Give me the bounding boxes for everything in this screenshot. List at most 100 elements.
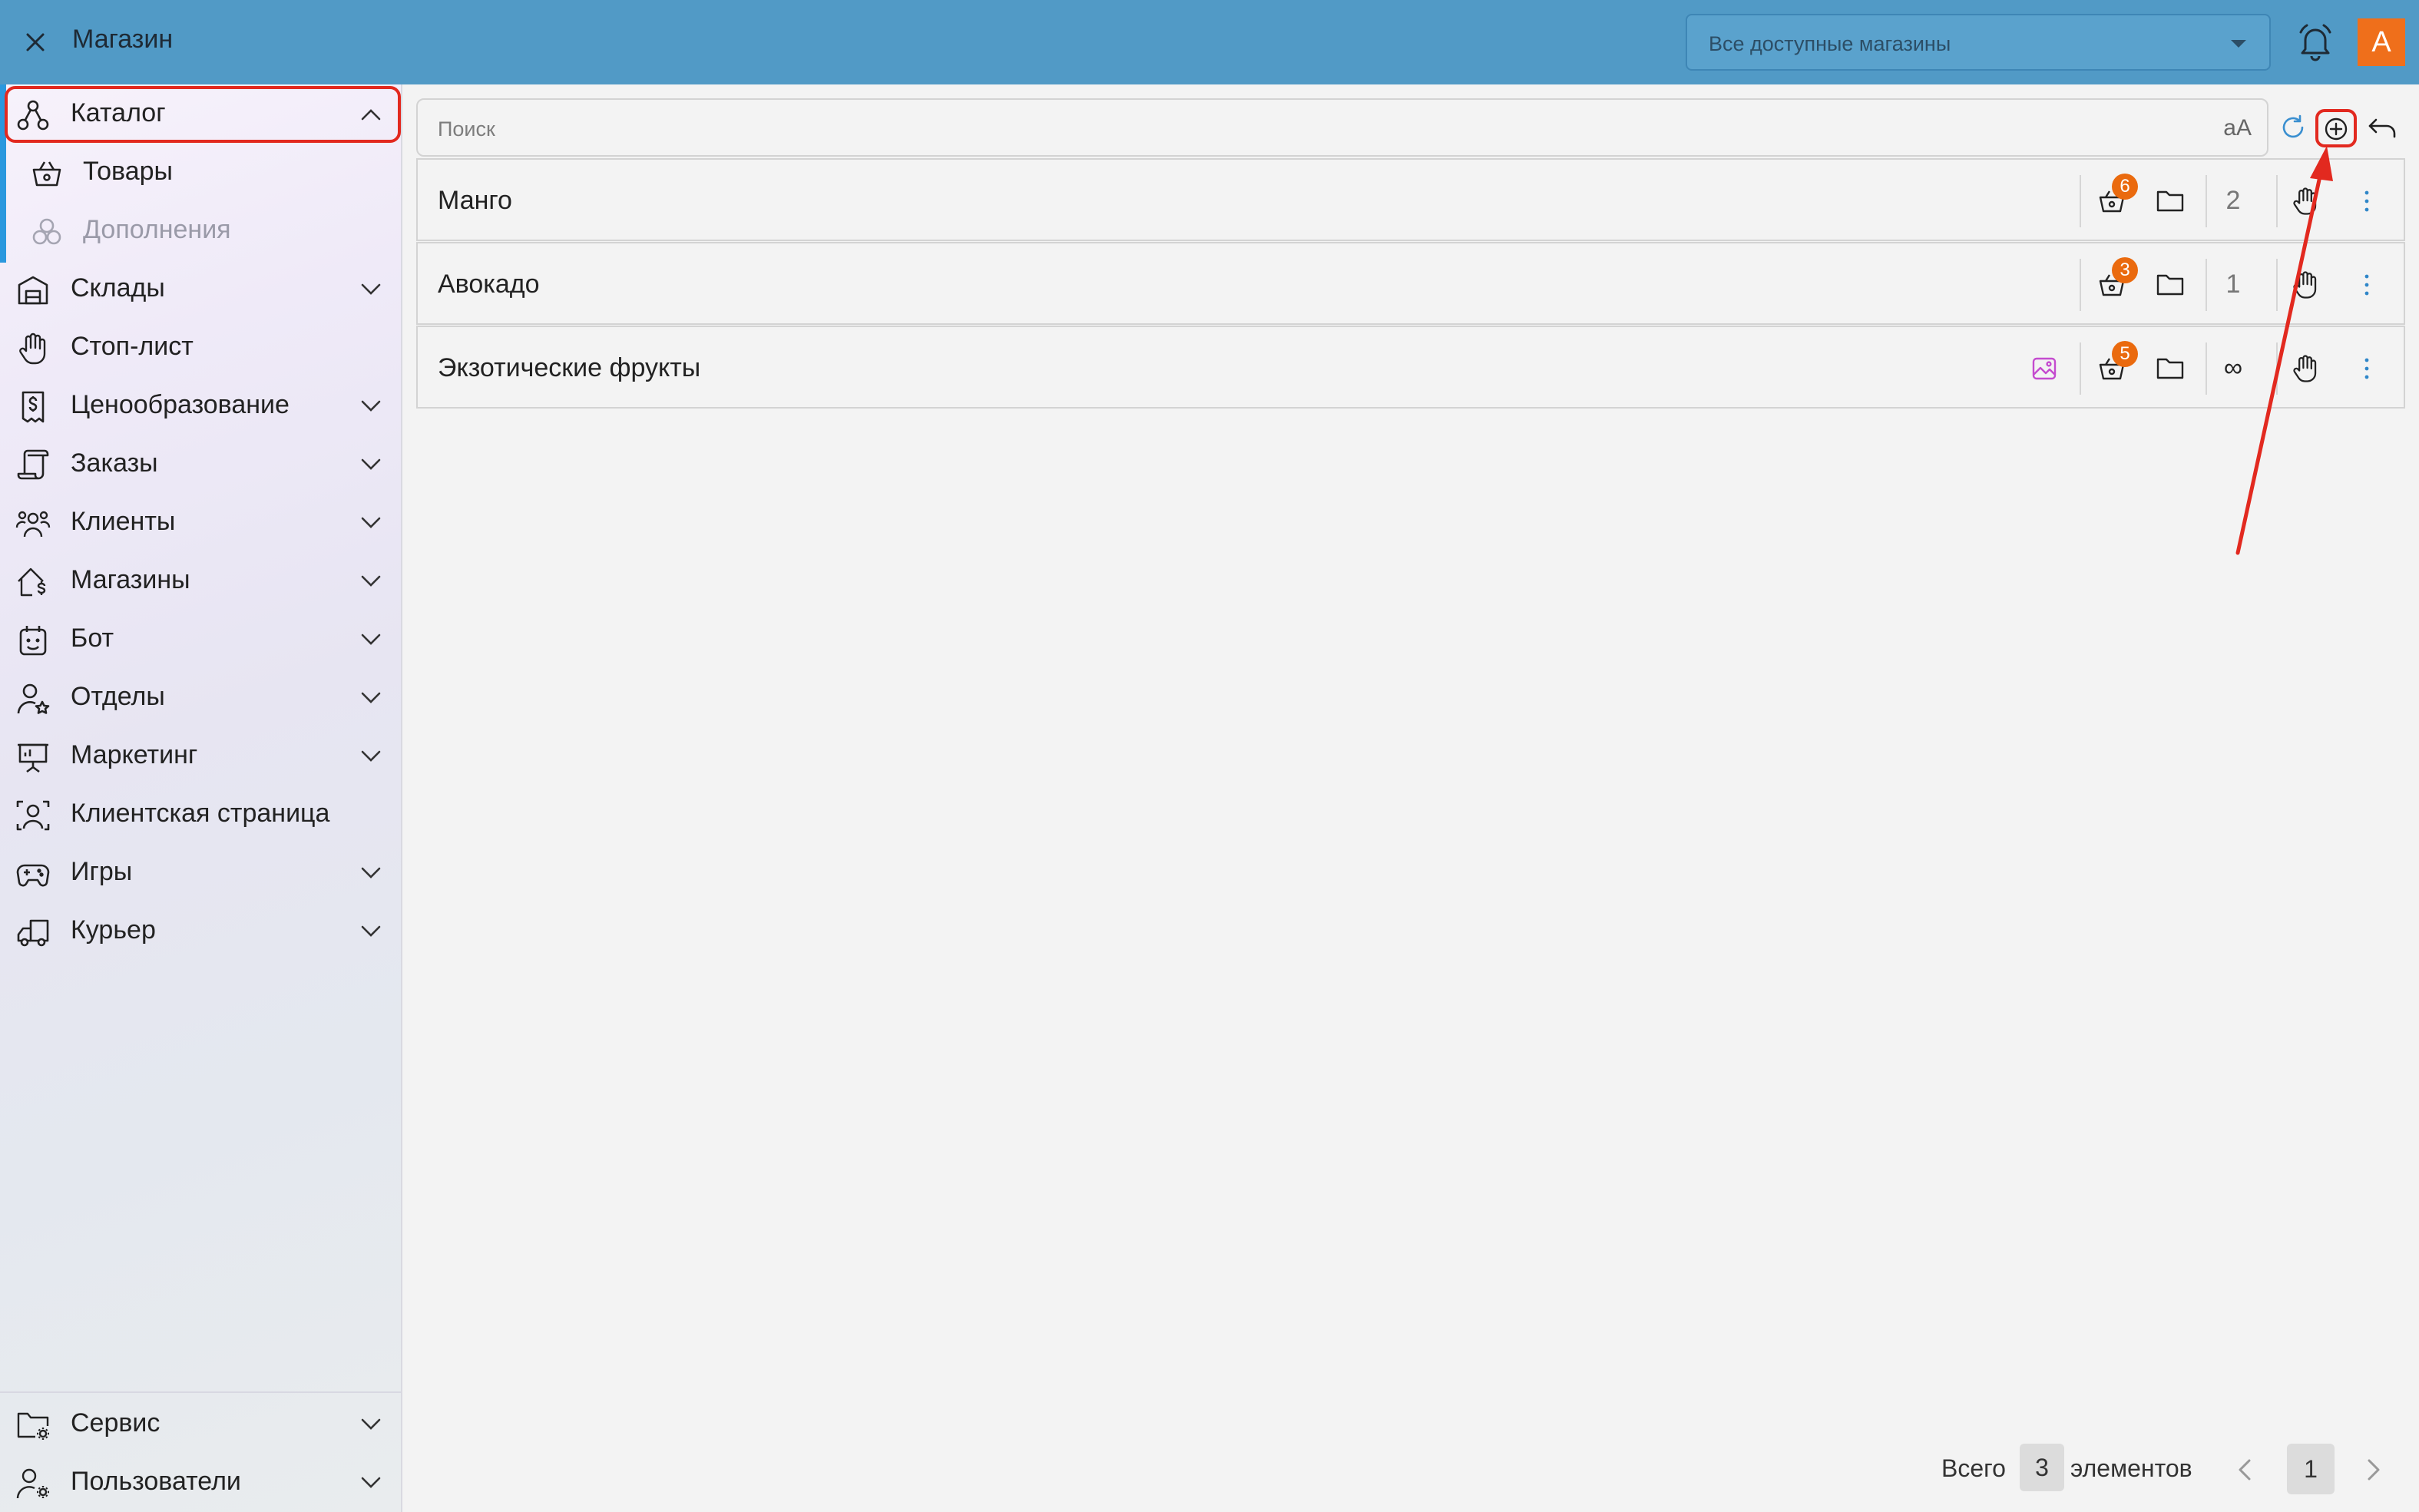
folder-icon <box>2156 358 2184 379</box>
store-icon <box>18 567 46 597</box>
sidebar-divider <box>0 1391 401 1393</box>
table-row[interactable]: Авокадо 3 1 <box>416 242 2405 325</box>
subcategories-button[interactable] <box>2149 180 2192 223</box>
bell-icon <box>2299 24 2331 61</box>
caret-down-icon <box>2231 40 2246 48</box>
stop-list-button[interactable] <box>2284 347 2327 390</box>
divider <box>2080 259 2081 311</box>
total-suffix: элементов <box>2070 1454 2192 1482</box>
sidebar-item-users[interactable]: Пользователи <box>0 1453 402 1511</box>
image-icon <box>2032 357 2057 380</box>
sidebar-item-service[interactable]: Сервис <box>0 1395 402 1453</box>
hand-icon <box>2293 355 2317 382</box>
chevron-down-icon <box>361 750 381 762</box>
sidebar-item-stop-list[interactable]: Стоп-лист <box>0 318 402 376</box>
sidebar-item-label: Товары <box>83 157 173 186</box>
annotation-highlight <box>5 86 401 143</box>
items-count: ∞ <box>2223 353 2243 382</box>
warehouse-icon <box>18 276 48 305</box>
app-title: Магазин <box>72 25 174 54</box>
sidebar-item-pricing[interactable]: Ценообразование <box>0 376 402 435</box>
row-menu-button[interactable] <box>2345 347 2388 390</box>
chevron-down-icon <box>361 634 381 645</box>
folder-icon <box>2156 274 2184 296</box>
hand-icon <box>2293 187 2317 215</box>
current-page[interactable]: 1 <box>2287 1444 2335 1494</box>
sidebar-item-courier[interactable]: Курьер <box>0 902 402 960</box>
sidebar-item-clients[interactable]: Клиенты <box>0 493 402 551</box>
sidebar-item-catalog[interactable]: Каталог <box>0 84 402 143</box>
presentation-icon <box>18 743 48 773</box>
sidebar-item-stores[interactable]: Магазины <box>0 551 402 610</box>
undo-icon <box>2368 118 2396 138</box>
row-menu-button[interactable] <box>2345 263 2388 306</box>
more-vertical-icon <box>2364 358 2369 379</box>
back-button[interactable] <box>2365 112 2399 146</box>
divider <box>2276 175 2278 227</box>
sidebar-item-bot[interactable]: Бот <box>0 610 402 668</box>
top-bar: Магазин Все доступные магазины А <box>0 0 2419 84</box>
more-vertical-icon <box>2364 274 2369 296</box>
divider <box>2206 175 2207 227</box>
products-count-badge: 3 <box>2112 257 2138 283</box>
table-row[interactable]: Экзотические фрукты 5 ∞ <box>416 326 2405 409</box>
refresh-button[interactable] <box>2276 112 2310 146</box>
table-row[interactable]: Манго 6 2 <box>416 158 2405 241</box>
close-button[interactable] <box>22 28 49 56</box>
sidebar-item-departments[interactable]: Отделы <box>0 668 402 726</box>
gamepad-icon <box>16 864 50 887</box>
add-button[interactable] <box>2319 112 2353 146</box>
sidebar-item-label: Магазины <box>71 565 190 594</box>
prev-page-button[interactable] <box>2232 1454 2259 1485</box>
refresh-icon <box>2282 114 2304 138</box>
chevron-down-icon <box>361 925 381 937</box>
case-sensitive-toggle[interactable]: aA <box>2223 115 2252 141</box>
stop-list-button[interactable] <box>2284 180 2327 223</box>
users-icon <box>15 511 51 538</box>
sidebar-item-games[interactable]: Игры <box>0 843 402 902</box>
sidebar-item-warehouses[interactable]: Склады <box>0 260 402 318</box>
sidebar-item-label: Ценообразование <box>71 390 290 419</box>
addons-icon <box>32 218 61 245</box>
products-count-badge: 5 <box>2112 341 2138 367</box>
basket-icon <box>32 161 61 187</box>
sidebar-item-label: Сервис <box>71 1408 160 1438</box>
notifications-button[interactable] <box>2296 22 2335 63</box>
products-button[interactable]: 5 <box>2090 341 2138 390</box>
avatar[interactable]: А <box>2358 18 2405 66</box>
search-input[interactable] <box>438 114 2166 144</box>
sidebar-item-addons[interactable]: Дополнения <box>0 201 402 260</box>
chevron-right-icon <box>2368 1459 2380 1481</box>
subcategories-button[interactable] <box>2149 347 2192 390</box>
chevron-down-icon <box>361 517 381 528</box>
sidebar-item-client-page[interactable]: Клиентская страница <box>0 785 402 843</box>
sidebar-item-orders[interactable]: Заказы <box>0 435 402 493</box>
divider <box>2206 259 2207 311</box>
image-button[interactable] <box>2023 347 2066 390</box>
scroll-icon <box>17 449 49 480</box>
total-label: Всего <box>1941 1454 2006 1482</box>
row-menu-button[interactable] <box>2345 180 2388 223</box>
sidebar-item-label: Курьер <box>71 915 156 945</box>
user-gear-icon <box>16 1468 49 1499</box>
row-name: Авокадо <box>438 270 540 299</box>
sidebar-item-label: Клиентская страница <box>71 799 330 828</box>
products-count-badge: 6 <box>2112 174 2138 200</box>
store-selector[interactable]: Все доступные магазины <box>1686 14 2271 71</box>
chevron-left-icon <box>2239 1459 2251 1481</box>
sidebar-item-label: Склады <box>71 273 165 303</box>
products-button[interactable]: 6 <box>2090 174 2138 223</box>
chevron-down-icon <box>361 867 381 878</box>
sidebar-item-marketing[interactable]: Маркетинг <box>0 726 402 785</box>
chevron-down-icon <box>361 692 381 703</box>
stop-list-button[interactable] <box>2284 263 2327 306</box>
sidebar-item-products[interactable]: Товары <box>0 143 402 201</box>
items-count: 2 <box>2225 186 2241 215</box>
products-button[interactable]: 3 <box>2090 257 2138 306</box>
close-icon <box>26 33 45 51</box>
next-page-button[interactable] <box>2359 1454 2387 1485</box>
chevron-down-icon <box>361 575 381 587</box>
truck-icon <box>17 919 49 947</box>
subcategories-button[interactable] <box>2149 263 2192 306</box>
chevron-down-icon <box>361 1477 381 1488</box>
